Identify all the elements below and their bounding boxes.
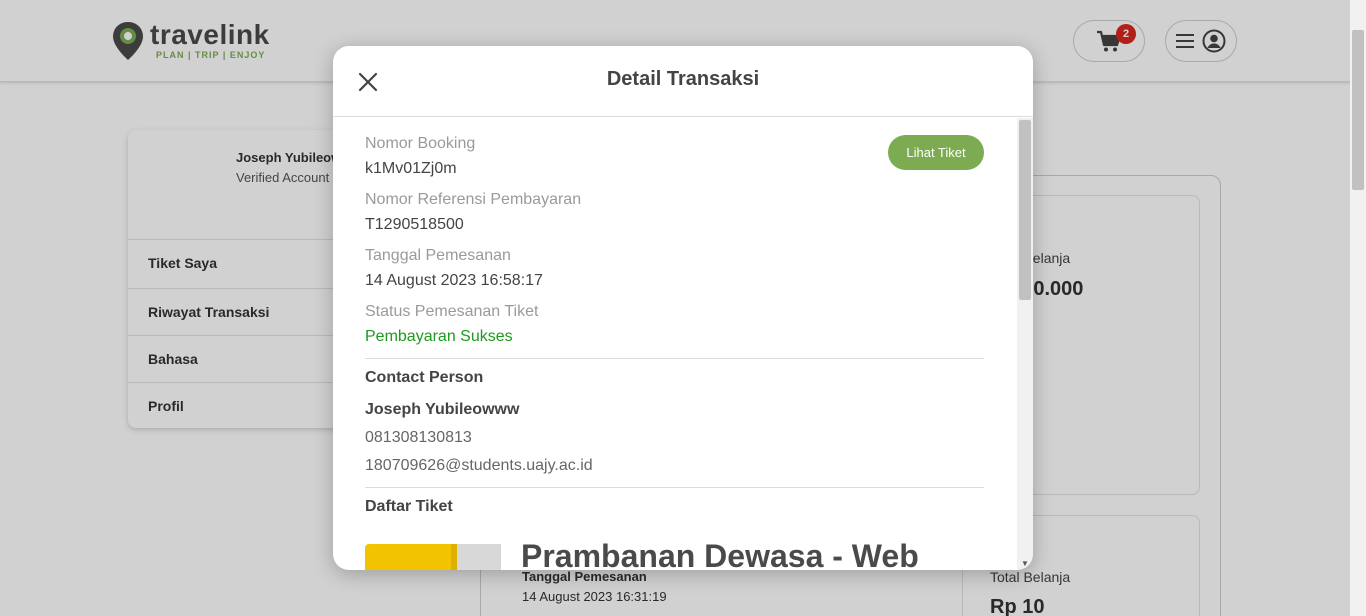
order-date-label: Tanggal Pemesanan — [365, 247, 511, 264]
order-date-value: 14 August 2023 16:58:17 — [365, 272, 543, 289]
order-status-value: Pembayaran Sukses — [365, 328, 513, 345]
scrollbar-thumb[interactable] — [1019, 120, 1031, 300]
ticket-list-title: Daftar Tiket — [365, 498, 453, 515]
modal-scrollbar[interactable]: ▼ — [1017, 118, 1033, 570]
contact-email: 180709626@students.uajy.ac.id — [365, 457, 593, 474]
contact-person-title: Contact Person — [365, 369, 484, 386]
modal-title: Detail Transaksi — [606, 68, 760, 90]
booking-number-value: k1Mv01Zj0m — [365, 160, 457, 177]
scrollbar-thumb[interactable] — [1352, 30, 1364, 190]
view-ticket-button[interactable]: Lihat Tiket — [888, 135, 984, 170]
section-divider — [365, 358, 984, 359]
scroll-down-arrow-icon[interactable]: ▼ — [1021, 559, 1029, 568]
section-divider — [365, 487, 984, 488]
contact-name: Joseph Yubileowww — [365, 401, 520, 418]
ticket-thumbnail — [365, 544, 501, 570]
page-scrollbar[interactable] — [1350, 0, 1366, 616]
modal-body[interactable]: Nomor Booking k1Mv01Zj0m Lihat Tiket Nom… — [333, 118, 1017, 570]
booking-number-label: Nomor Booking — [365, 135, 476, 152]
order-status-label: Status Pemesanan Tiket — [365, 303, 539, 320]
ticket-name: Prambanan Dewasa - Web — [521, 538, 919, 570]
payment-ref-value: T1290518500 — [365, 216, 464, 233]
contact-phone: 081308130813 — [365, 429, 472, 446]
payment-ref-label: Nomor Referensi Pembayaran — [365, 191, 582, 208]
transaction-detail-modal: Detail Transaksi Nomor Booking k1Mv01Zj0… — [333, 46, 1033, 570]
modal-header: Detail Transaksi — [333, 46, 1033, 117]
